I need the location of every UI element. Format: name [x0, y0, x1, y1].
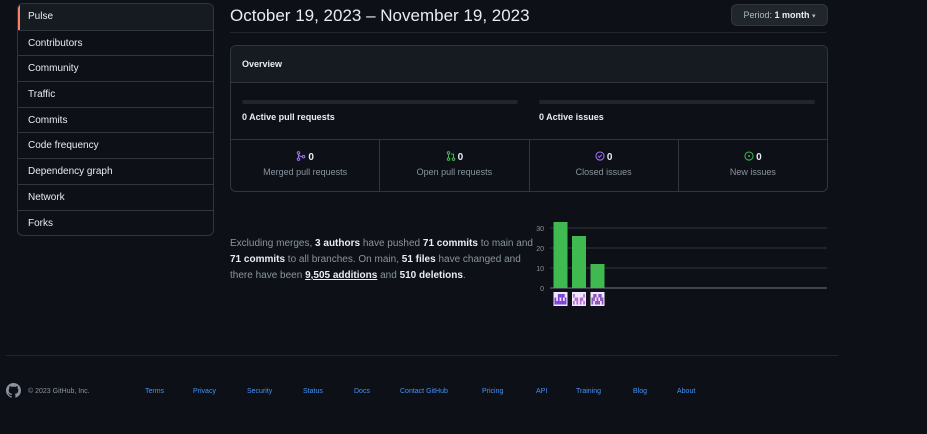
authors-count: 3 authors	[315, 238, 361, 249]
footer-link-security[interactable]: Security	[247, 388, 272, 395]
new-issues-label: New issues	[729, 167, 776, 177]
sidebar-item-pulse[interactable]: Pulse	[18, 4, 213, 30]
chart-y-tick-label: 20	[536, 246, 544, 253]
github-logo-icon[interactable]	[6, 383, 21, 398]
active-pull-requests-link[interactable]: 0 Active pull requests	[242, 112, 335, 122]
copyright: © 2023 GitHub, Inc.	[28, 388, 90, 395]
commits-main-count: 71 commits	[422, 238, 478, 249]
pull-request-icon	[446, 151, 455, 161]
sidebar-item-network[interactable]: Network	[18, 183, 213, 210]
author-avatar[interactable]	[553, 292, 568, 306]
footer-link-contact-github[interactable]: Contact GitHub	[400, 388, 448, 395]
closed-issues-stat[interactable]: 0 Closed issues	[528, 140, 678, 191]
files-count: 51 files	[401, 254, 436, 265]
open-pull-requests-count: 0	[457, 152, 464, 163]
footer-link-docs[interactable]: Docs	[354, 388, 370, 395]
open-pull-requests-label: Open pull requests	[416, 167, 493, 177]
divider	[230, 32, 826, 33]
sidebar-item-dependency-graph[interactable]: Dependency graph	[18, 158, 213, 184]
issue-opened-icon	[744, 151, 754, 161]
author-avatar[interactable]	[590, 292, 605, 306]
footer-link-status[interactable]: Status	[303, 388, 323, 395]
footer-link-training[interactable]: Training	[576, 388, 601, 395]
chart-bar[interactable]	[590, 264, 605, 288]
summary-text: to all branches. On main,	[285, 254, 402, 265]
chart-y-tick-label: 10	[536, 266, 544, 273]
sidebar-item-community[interactable]: Community	[18, 55, 213, 81]
sidebar-item-code-frequency[interactable]: Code frequency	[18, 132, 213, 158]
sidebar-item-forks[interactable]: Forks	[18, 209, 213, 236]
footer-divider	[6, 355, 838, 356]
footer-link-blog[interactable]: Blog	[633, 388, 647, 395]
author-avatar[interactable]	[572, 292, 586, 306]
chart-y-tick-label: 30	[536, 226, 544, 233]
chevron-down-icon: ▾	[812, 13, 816, 20]
overview-title: Overview	[231, 46, 827, 83]
summary-text: have pushed	[360, 238, 423, 249]
merged-pull-requests-count: 0	[308, 152, 314, 163]
commit-summary: Excluding merges, 3 authors have pushed …	[230, 236, 535, 284]
deletions-link[interactable]: 510 deletions	[400, 270, 463, 281]
merge-icon	[297, 151, 306, 161]
period-label: Period:	[743, 10, 772, 20]
summary-text: .	[462, 270, 466, 281]
chart-y-tick-label: 0	[540, 286, 544, 293]
footer-link-about[interactable]: About	[677, 388, 695, 395]
new-issues-count: 0	[756, 152, 762, 163]
sidebar-item-traffic[interactable]: Traffic	[18, 81, 213, 107]
issues-progress-bar	[539, 100, 815, 104]
closed-issues-count: 0	[606, 152, 613, 163]
commits-all-count: 71 commits	[230, 254, 286, 265]
overview-panel: Overview 0 Active pull requests 0 Active…	[230, 45, 828, 192]
footer: © 2023 GitHub, Inc. Terms Privacy Securi…	[6, 382, 838, 402]
authors-commit-chart: 0 10 20 30	[536, 222, 827, 306]
open-pull-requests-stat[interactable]: 0 Open pull requests	[379, 140, 528, 191]
footer-link-terms[interactable]: Terms	[145, 388, 164, 395]
pull-requests-progress-bar	[242, 100, 518, 104]
chart-bar[interactable]	[572, 236, 586, 288]
period-value: 1 month	[774, 10, 810, 20]
footer-link-privacy[interactable]: Privacy	[193, 388, 216, 395]
insights-sidebar: Pulse Contributors Community Traffic Com…	[17, 3, 214, 237]
footer-link-pricing[interactable]: Pricing	[482, 388, 503, 395]
summary-text: Excluding merges,	[230, 238, 316, 249]
new-issues-stat[interactable]: 0 New issues	[677, 140, 827, 191]
issue-closed-icon	[595, 151, 605, 161]
page-title: October 19, 2023 – November 19, 2023	[230, 6, 530, 25]
active-issues-link[interactable]: 0 Active issues	[539, 112, 604, 122]
period-dropdown[interactable]: Period: 1 month ▾	[731, 4, 828, 26]
merged-pull-requests-stat[interactable]: 0 Merged pull requests	[231, 140, 379, 191]
sidebar-item-contributors[interactable]: Contributors	[18, 29, 213, 56]
closed-issues-label: Closed issues	[575, 167, 632, 177]
sidebar-item-commits[interactable]: Commits	[18, 106, 213, 133]
summary-text: and	[377, 270, 400, 281]
merged-pull-requests-label: Merged pull requests	[263, 167, 348, 177]
additions-link[interactable]: 9,505 additions	[305, 270, 377, 281]
summary-text: to main and	[477, 238, 533, 249]
chart-bar[interactable]	[553, 222, 568, 288]
footer-link-api[interactable]: API	[536, 388, 547, 395]
